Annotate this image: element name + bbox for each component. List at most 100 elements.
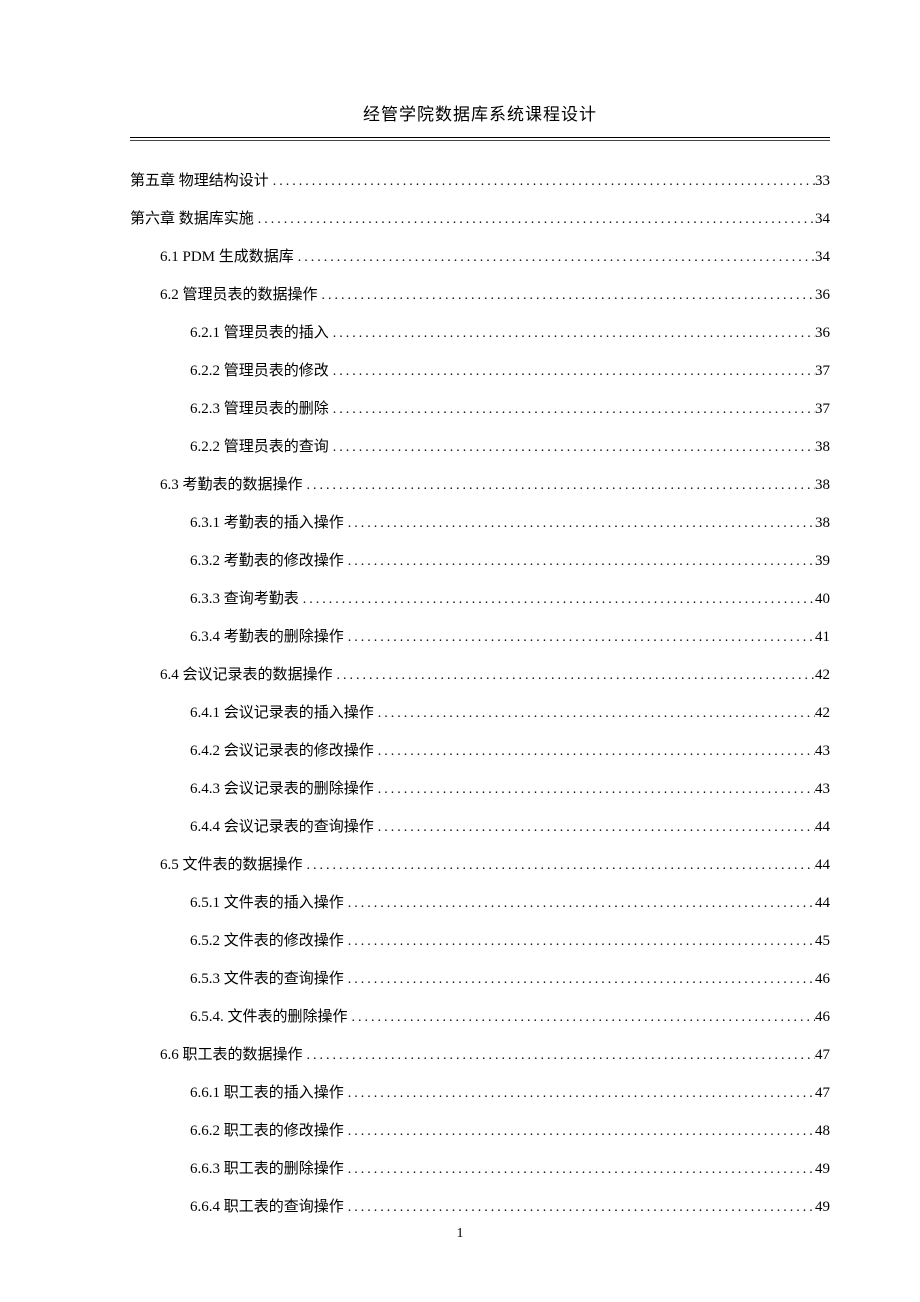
- toc-leader-dots: [374, 742, 815, 762]
- divider-thin: [130, 140, 830, 141]
- toc-entry: 6.3.3 查询考勤表 40: [130, 589, 830, 610]
- toc-page-number: 48: [815, 1121, 830, 1142]
- toc-entry: 6.4.4 会议记录表的查询操作 44: [130, 817, 830, 838]
- toc-leader-dots: [329, 400, 815, 420]
- toc-page-number: 49: [815, 1159, 830, 1180]
- toc-title: 6.6 职工表的数据操作: [160, 1045, 303, 1066]
- toc-leader-dots: [344, 894, 815, 914]
- toc-leader-dots: [329, 362, 815, 382]
- toc-page-number: 34: [815, 209, 830, 230]
- toc-leader-dots: [374, 780, 815, 800]
- toc-entry: 6.4.3 会议记录表的删除操作 43: [130, 779, 830, 800]
- toc-title: 6.4.3 会议记录表的删除操作: [190, 779, 374, 800]
- toc-entry: 6.2.2 管理员表的查询 38: [130, 437, 830, 458]
- toc-entry: 6.6.3 职工表的删除操作 49: [130, 1159, 830, 1180]
- toc-title: 6.4 会议记录表的数据操作: [160, 665, 333, 686]
- toc-page-number: 41: [815, 627, 830, 648]
- toc-leader-dots: [269, 172, 815, 192]
- table-of-contents: 第五章 物理结构设计33第六章 数据库实施346.1 PDM 生成数据库346.…: [130, 171, 830, 1218]
- toc-title: 6.6.4 职工表的查询操作: [190, 1197, 344, 1218]
- toc-entry: 第六章 数据库实施 34: [130, 209, 830, 230]
- toc-title: 6.3.1 考勤表的插入操作: [190, 513, 344, 534]
- toc-page-number: 38: [815, 513, 830, 534]
- toc-page-number: 44: [815, 817, 830, 838]
- toc-entry: 6.2 管理员表的数据操作 36: [130, 285, 830, 306]
- toc-title: 6.5.1 文件表的插入操作: [190, 893, 344, 914]
- toc-title: 6.4.1 会议记录表的插入操作: [190, 703, 374, 724]
- toc-title: 6.6.2 职工表的修改操作: [190, 1121, 344, 1142]
- toc-entry: 6.2.3 管理员表的删除 37: [130, 399, 830, 420]
- toc-leader-dots: [303, 856, 815, 876]
- toc-entry: 6.6.4 职工表的查询操作49: [130, 1197, 830, 1218]
- toc-entry: 6.5 文件表的数据操作44: [130, 855, 830, 876]
- toc-entry: 6.5.3 文件表的查询操作 46: [130, 969, 830, 990]
- toc-title: 6.1 PDM 生成数据库: [160, 247, 294, 268]
- toc-page-number: 46: [815, 1007, 830, 1028]
- divider-thick: [130, 137, 830, 138]
- toc-title: 6.3 考勤表的数据操作: [160, 475, 303, 496]
- toc-entry: 6.2.1 管理员表的插入36: [130, 323, 830, 344]
- toc-page-number: 37: [815, 399, 830, 420]
- toc-leader-dots: [374, 704, 815, 724]
- toc-entry: 6.5.1 文件表的插入操作 44: [130, 893, 830, 914]
- page-header: 经管学院数据库系统课程设计: [130, 100, 830, 133]
- toc-entry: 6.6 职工表的数据操作 47: [130, 1045, 830, 1066]
- toc-title: 6.2.1 管理员表的插入: [190, 323, 329, 344]
- toc-leader-dots: [348, 1008, 815, 1028]
- toc-page-number: 40: [815, 589, 830, 610]
- toc-entry: 第五章 物理结构设计 33: [130, 171, 830, 192]
- toc-page-number: 42: [815, 703, 830, 724]
- toc-page-number: 43: [815, 741, 830, 762]
- toc-title: 6.2.2 管理员表的修改: [190, 361, 329, 382]
- toc-entry: 6.3 考勤表的数据操作 38: [130, 475, 830, 496]
- toc-title: 6.2 管理员表的数据操作: [160, 285, 318, 306]
- toc-leader-dots: [303, 476, 815, 496]
- toc-entry: 6.5.4. 文件表的删除操作 46: [130, 1007, 830, 1028]
- toc-page-number: 36: [815, 285, 830, 306]
- toc-title: 第六章 数据库实施: [130, 209, 254, 230]
- toc-page-number: 47: [815, 1083, 830, 1104]
- toc-leader-dots: [329, 324, 815, 344]
- toc-title: 6.6.3 职工表的删除操作: [190, 1159, 344, 1180]
- toc-page-number: 38: [815, 475, 830, 496]
- toc-leader-dots: [344, 1198, 815, 1218]
- toc-page-number: 43: [815, 779, 830, 800]
- toc-title: 6.3.3 查询考勤表: [190, 589, 299, 610]
- toc-leader-dots: [333, 666, 815, 686]
- toc-page-number: 47: [815, 1045, 830, 1066]
- toc-title: 6.3.2 考勤表的修改操作: [190, 551, 344, 572]
- toc-entry: 6.4.2 会议记录表的修改操作 43: [130, 741, 830, 762]
- toc-title: 6.2.3 管理员表的删除: [190, 399, 329, 420]
- toc-entry: 6.2.2 管理员表的修改 37: [130, 361, 830, 382]
- toc-leader-dots: [254, 210, 815, 230]
- toc-leader-dots: [344, 1160, 815, 1180]
- toc-entry: 6.6.1 职工表的插入操作47: [130, 1083, 830, 1104]
- toc-leader-dots: [344, 1084, 815, 1104]
- toc-page-number: 38: [815, 437, 830, 458]
- toc-page-number: 33: [815, 171, 830, 192]
- page-number: 1: [0, 1226, 920, 1242]
- toc-leader-dots: [329, 438, 815, 458]
- toc-title: 6.4.4 会议记录表的查询操作: [190, 817, 374, 838]
- toc-title: 6.2.2 管理员表的查询: [190, 437, 329, 458]
- toc-leader-dots: [344, 552, 815, 572]
- toc-title: 6.5.2 文件表的修改操作: [190, 931, 344, 952]
- toc-entry: 6.3.1 考勤表的插入操作 38: [130, 513, 830, 534]
- toc-entry: 6.3.2 考勤表的修改操作39: [130, 551, 830, 572]
- toc-entry: 6.3.4 考勤表的删除操作41: [130, 627, 830, 648]
- toc-page-number: 44: [815, 893, 830, 914]
- toc-title: 第五章 物理结构设计: [130, 171, 269, 192]
- toc-leader-dots: [303, 1046, 815, 1066]
- toc-title: 6.5.4. 文件表的删除操作: [190, 1007, 348, 1028]
- toc-page-number: 37: [815, 361, 830, 382]
- toc-page-number: 46: [815, 969, 830, 990]
- toc-title: 6.5.3 文件表的查询操作: [190, 969, 344, 990]
- toc-leader-dots: [344, 970, 815, 990]
- toc-leader-dots: [318, 286, 815, 306]
- toc-page-number: 45: [815, 931, 830, 952]
- toc-entry: 6.4 会议记录表的数据操作 42: [130, 665, 830, 686]
- toc-title: 6.4.2 会议记录表的修改操作: [190, 741, 374, 762]
- toc-entry: 6.1 PDM 生成数据库 34: [130, 247, 830, 268]
- toc-page-number: 34: [815, 247, 830, 268]
- toc-page-number: 42: [815, 665, 830, 686]
